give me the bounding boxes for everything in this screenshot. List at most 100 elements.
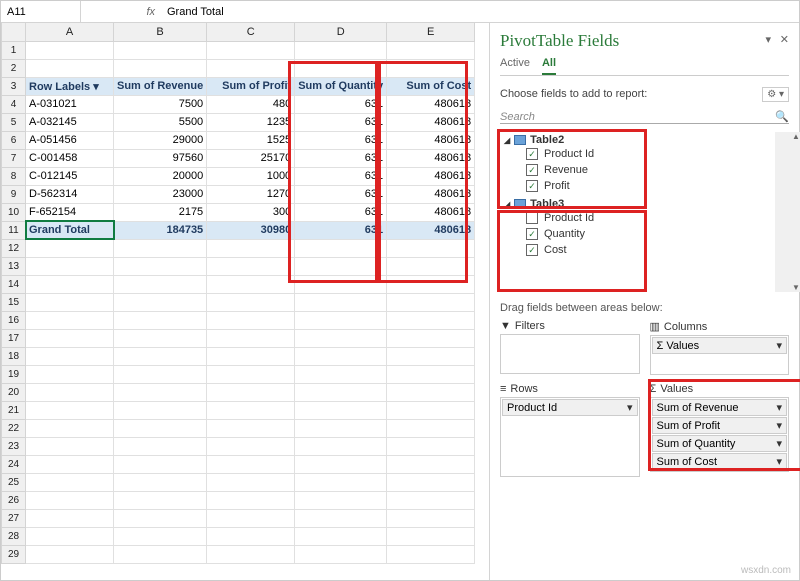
row-header[interactable]: 16 [2,311,26,329]
table-cell[interactable]: 631 [295,113,387,131]
chevron-down-icon[interactable]: ▾ [776,339,782,352]
row-header[interactable]: 18 [2,347,26,365]
row-header[interactable]: 11 [2,221,26,239]
row-header[interactable]: 23 [2,437,26,455]
row-header[interactable]: 28 [2,527,26,545]
collapse-icon[interactable]: ◢ [504,136,510,145]
field-item[interactable]: ✓Profit [504,178,775,194]
table-cell[interactable]: 631 [295,95,387,113]
table-cell[interactable]: 300 [207,203,295,221]
table-cell[interactable]: F-652154 [26,203,114,221]
table-cell[interactable]: 480618 [387,221,475,239]
table-cell[interactable]: 480618 [387,95,475,113]
tab-active[interactable]: Active [500,55,530,75]
checkbox[interactable] [526,212,538,224]
field-item[interactable]: ✓Revenue [504,162,775,178]
row-header[interactable]: 21 [2,401,26,419]
table-cell[interactable]: 480 [207,95,295,113]
area-chip[interactable]: Σ Values▾ [652,337,788,354]
checkbox[interactable]: ✓ [526,244,538,256]
values-dropzone[interactable]: Sum of Revenue▾Sum of Profit▾Sum of Quan… [650,397,790,472]
checkbox[interactable]: ✓ [526,148,538,160]
row-header[interactable]: 17 [2,329,26,347]
col-header-c[interactable]: C [207,23,295,41]
table-cell[interactable]: 184735 [114,221,207,239]
table-cell[interactable]: A-051456 [26,131,114,149]
table-node[interactable]: ◢Table2 [504,134,775,146]
row-header[interactable]: 22 [2,419,26,437]
area-chip[interactable]: Sum of Quantity▾ [652,435,788,452]
row-header[interactable]: 6 [2,131,26,149]
row-header[interactable]: 25 [2,473,26,491]
row-header[interactable]: 1 [2,41,26,59]
area-chip[interactable]: Sum of Cost▾ [652,453,788,470]
table-cell[interactable]: 631 [295,185,387,203]
table-cell[interactable]: 480618 [387,113,475,131]
close-icon[interactable]: ✕ [780,33,789,46]
col-header-e[interactable]: E [387,23,475,41]
row-header[interactable]: 4 [2,95,26,113]
row-header[interactable]: 24 [2,455,26,473]
chevron-down-icon[interactable]: ▾ [627,401,633,414]
field-item[interactable]: ✓Cost [504,242,775,258]
table-cell[interactable]: 97560 [114,149,207,167]
row-header[interactable]: 2 [2,59,26,77]
table-cell[interactable]: 631 [295,203,387,221]
table-cell[interactable]: 20000 [114,167,207,185]
table-cell[interactable]: 480618 [387,203,475,221]
chevron-down-icon[interactable]: ▾ [776,419,782,432]
tab-all[interactable]: All [542,55,556,75]
table-cell[interactable]: 1270 [207,185,295,203]
rows-dropzone[interactable]: Product Id▾ [500,397,640,477]
filters-dropzone[interactable] [500,334,640,374]
table-cell[interactable]: 480618 [387,167,475,185]
table-cell[interactable]: C-012145 [26,167,114,185]
col-header-b[interactable]: B [114,23,207,41]
area-chip[interactable]: Sum of Profit▾ [652,417,788,434]
row-header[interactable]: 10 [2,203,26,221]
row-header[interactable]: 13 [2,257,26,275]
formula-input[interactable]: Grand Total [161,6,799,18]
field-list[interactable]: ◢Table2✓Product Id✓Revenue✓Profit◢Table3… [500,132,789,292]
row-header[interactable]: 26 [2,491,26,509]
table-cell[interactable]: 5500 [114,113,207,131]
chevron-down-icon[interactable]: ▾ [776,401,782,414]
table-cell[interactable]: D-562314 [26,185,114,203]
table-cell[interactable]: 23000 [114,185,207,203]
row-header[interactable]: 8 [2,167,26,185]
row-header[interactable]: 5 [2,113,26,131]
pane-dropdown-icon[interactable]: ▾ [765,33,771,46]
name-box[interactable]: A11 [1,1,81,22]
field-item[interactable]: ✓Product Id [504,146,775,162]
table-cell[interactable]: A-031021 [26,95,114,113]
spreadsheet-grid[interactable]: A B C D E 1 2 3 Row Labels ▾ Sum of Reve… [1,23,489,580]
checkbox[interactable]: ✓ [526,164,538,176]
row-header[interactable]: 14 [2,275,26,293]
row-header[interactable]: 29 [2,545,26,563]
area-chip[interactable]: Product Id▾ [502,399,638,416]
table-cell[interactable]: 1525 [207,131,295,149]
filter-dropdown-icon[interactable]: ▾ [93,81,99,93]
table-cell[interactable]: 7500 [114,95,207,113]
collapse-icon[interactable]: ◢ [504,200,510,209]
table-cell[interactable]: C-001458 [26,149,114,167]
table-cell[interactable]: 1000 [207,167,295,185]
gear-icon[interactable]: ⚙ ▾ [762,87,789,102]
columns-dropzone[interactable]: Σ Values▾ [650,335,790,375]
table-cell[interactable]: 480618 [387,149,475,167]
table-cell[interactable]: 631 [295,167,387,185]
grand-total-cell[interactable]: Grand Total [26,221,114,239]
row-header[interactable]: 3 [2,77,26,95]
row-header[interactable]: 15 [2,293,26,311]
table-node[interactable]: ◢Table3 [504,198,775,210]
table-cell[interactable]: 30980 [207,221,295,239]
table-cell[interactable]: 631 [295,149,387,167]
pivot-header-rowlabels[interactable]: Row Labels ▾ [26,77,114,95]
field-item[interactable]: Product Id [504,210,775,226]
table-cell[interactable]: 480618 [387,185,475,203]
row-header[interactable]: 27 [2,509,26,527]
area-chip[interactable]: Sum of Revenue▾ [652,399,788,416]
field-search[interactable]: Search 🔍 [500,110,789,124]
fx-label[interactable]: fx [81,6,161,18]
select-all-corner[interactable] [2,23,26,41]
